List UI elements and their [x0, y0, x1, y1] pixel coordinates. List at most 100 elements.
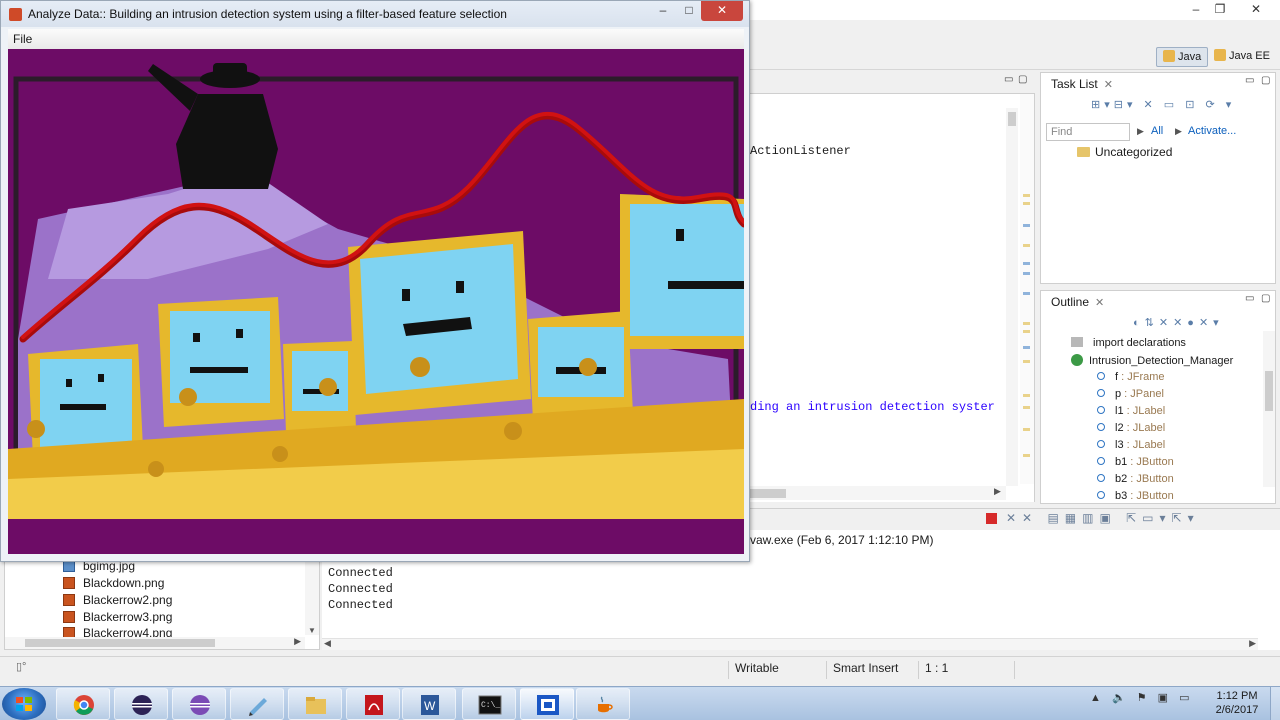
outline-item-imports[interactable]: import declarations	[1071, 337, 1186, 349]
taskbar-java-app[interactable]	[520, 688, 574, 720]
ruler-mark[interactable]	[1023, 292, 1030, 295]
app-maximize-button[interactable]: □	[677, 3, 701, 21]
battery-icon[interactable]: ▭	[1179, 692, 1189, 704]
editor-horizontal-scrollbar[interactable]: ▶	[750, 486, 1006, 500]
taskbar-editor[interactable]	[230, 688, 284, 720]
ruler-mark[interactable]	[1023, 272, 1030, 275]
start-button[interactable]	[2, 688, 46, 720]
file-item[interactable]: Blackdown.png	[63, 576, 164, 590]
ruler-mark[interactable]	[1023, 224, 1030, 227]
editor-maximize-button[interactable]: ▢	[1018, 74, 1027, 85]
console-line: Connected	[328, 598, 393, 612]
scroll-down-icon[interactable]: ▼	[308, 626, 316, 635]
ruler-mark[interactable]	[1023, 346, 1030, 349]
explorer-horizontal-scrollbar[interactable]: ▶	[5, 636, 305, 649]
outline-item-field[interactable]: b1 : JButton	[1097, 456, 1174, 468]
ruler-mark[interactable]	[1023, 194, 1030, 197]
code-editor[interactable]: ▭ ▢ ActionListener ding an intrusion det…	[750, 72, 1035, 502]
ide-close-button[interactable]: ✕	[1246, 2, 1266, 16]
close-icon[interactable]: ✕	[1095, 297, 1104, 309]
taskbar-java[interactable]	[576, 688, 630, 720]
outline-item-field[interactable]: l2 : JLabel	[1097, 422, 1165, 434]
editor-vertical-scrollbar[interactable]	[1006, 108, 1018, 486]
taskbar-pdf-reader[interactable]	[346, 688, 400, 720]
outline-item-field[interactable]: l1 : JLabel	[1097, 405, 1165, 417]
app-window-title: Analyze Data:: Building an intrusion det…	[28, 7, 507, 21]
console-horizontal-scrollbar[interactable]: ◀ ▶	[322, 638, 1258, 650]
speaker-icon[interactable]: 🔈	[1112, 692, 1126, 704]
console-toolbar-icons[interactable]: ✕✕ ▤▦▥▣ ⇱▭▾⇱▾	[1006, 511, 1200, 525]
editor-vscroll-thumb[interactable]	[1008, 112, 1016, 126]
outline-maximize-button[interactable]: ▢	[1261, 293, 1270, 304]
network-icon[interactable]: ▣	[1158, 692, 1168, 704]
tab-outline[interactable]: Outline ✕	[1045, 294, 1111, 312]
ruler-mark[interactable]	[1023, 428, 1030, 431]
file-item[interactable]: Blackerrow3.png	[63, 610, 172, 624]
ruler-mark[interactable]	[1023, 454, 1030, 457]
expand-icon[interactable]: ▶	[1175, 126, 1182, 137]
task-list-maximize-button[interactable]: ▢	[1261, 75, 1270, 86]
ruler-mark[interactable]	[1023, 360, 1030, 363]
outline-item-name: import declarations	[1093, 337, 1186, 349]
ide-restore-button[interactable]: ❐	[1210, 2, 1230, 16]
outline-view: Outline ✕ ▭ ▢ ◐⇅✕✕●✕▾ import declarations…	[1040, 290, 1276, 504]
scroll-right-icon[interactable]: ▶	[294, 636, 301, 647]
outline-scrollbar[interactable]	[1263, 331, 1275, 487]
ide-minimize-button[interactable]: –	[1186, 2, 1206, 16]
taskbar-word[interactable]: W	[402, 688, 456, 720]
task-list-toolbar-icons[interactable]: ⊞▾⊟▾ ✕ ▭ ⊡ ⟳ ▾	[1091, 98, 1235, 111]
editor-minimize-button[interactable]: ▭	[1004, 74, 1013, 85]
taskbar-command-prompt[interactable]: C:\_	[462, 688, 516, 720]
terminate-icon[interactable]	[986, 513, 997, 524]
ruler-mark[interactable]	[1023, 322, 1030, 325]
analyze-data-window[interactable]: Analyze Data:: Building an intrusion det…	[0, 0, 750, 562]
quick-access-icon[interactable]: ▯°	[16, 660, 26, 673]
taskbar-eclipse-alt[interactable]	[172, 688, 226, 720]
outline-item-field[interactable]: l3 : JLabel	[1097, 439, 1165, 451]
outline-toolbar-icons[interactable]: ◐⇅✕✕●✕▾	[1133, 316, 1224, 329]
app-minimize-button[interactable]: –	[651, 3, 675, 21]
taskbar-eclipse[interactable]	[114, 688, 168, 720]
ruler-mark[interactable]	[1023, 330, 1030, 333]
app-close-button[interactable]: ✕	[701, 1, 743, 21]
ruler-mark[interactable]	[1023, 244, 1030, 247]
file-item[interactable]: Blackerrow2.png	[63, 593, 172, 607]
scroll-right-icon[interactable]: ▶	[1249, 638, 1256, 649]
action-center-icon[interactable]: ⚑	[1137, 692, 1147, 704]
outline-item-class[interactable]: Intrusion_Detection_Manager	[1071, 354, 1233, 367]
outline-item-field[interactable]: b2 : JButton	[1097, 473, 1174, 485]
java-ee-perspective-button[interactable]: Java EE	[1208, 47, 1276, 67]
outline-item-field[interactable]: p : JPanel	[1097, 388, 1164, 400]
outline-item-type: : JLabel	[1123, 422, 1166, 434]
outline-minimize-button[interactable]: ▭	[1245, 293, 1254, 304]
field-icon	[1097, 423, 1105, 431]
outline-item-field[interactable]: b3 : JButton	[1097, 490, 1174, 502]
task-category-uncategorized[interactable]: Uncategorized	[1077, 145, 1172, 159]
ruler-mark[interactable]	[1023, 262, 1030, 265]
explorer-hscroll-thumb[interactable]	[25, 639, 215, 647]
ruler-mark[interactable]	[1023, 394, 1030, 397]
ruler-mark[interactable]	[1023, 406, 1030, 409]
close-icon[interactable]: ✕	[1104, 79, 1113, 91]
system-clock[interactable]: 1:12 PM 2/6/2017	[1207, 689, 1267, 717]
scroll-left-icon[interactable]: ◀	[324, 638, 331, 649]
task-filter-all-link[interactable]: All	[1151, 125, 1163, 137]
scroll-right-icon[interactable]: ▶	[994, 486, 1001, 497]
console-output[interactable]: Connected Connected Connected ◀ ▶	[322, 548, 1280, 650]
tab-task-list[interactable]: Task List ✕	[1045, 76, 1119, 94]
java-perspective-button[interactable]: Java	[1156, 47, 1209, 67]
outline-item-field[interactable]: f : JFrame	[1097, 371, 1165, 383]
app-titlebar[interactable]: Analyze Data:: Building an intrusion det…	[1, 1, 749, 27]
outline-scroll-thumb[interactable]	[1265, 371, 1273, 411]
show-desktop-button[interactable]	[1270, 687, 1280, 720]
task-find-input[interactable]: Find	[1046, 123, 1130, 141]
task-activate-link[interactable]: Activate...	[1188, 125, 1236, 137]
menu-file[interactable]: File	[13, 32, 32, 46]
expand-icon[interactable]: ▶	[1137, 126, 1144, 137]
editor-hscroll-thumb[interactable]	[750, 489, 786, 498]
show-hidden-icons-icon[interactable]: ▲	[1090, 692, 1101, 704]
ruler-mark[interactable]	[1023, 202, 1030, 205]
taskbar-file-explorer[interactable]	[288, 688, 342, 720]
task-list-minimize-button[interactable]: ▭	[1245, 75, 1254, 86]
taskbar-chrome[interactable]	[56, 688, 110, 720]
